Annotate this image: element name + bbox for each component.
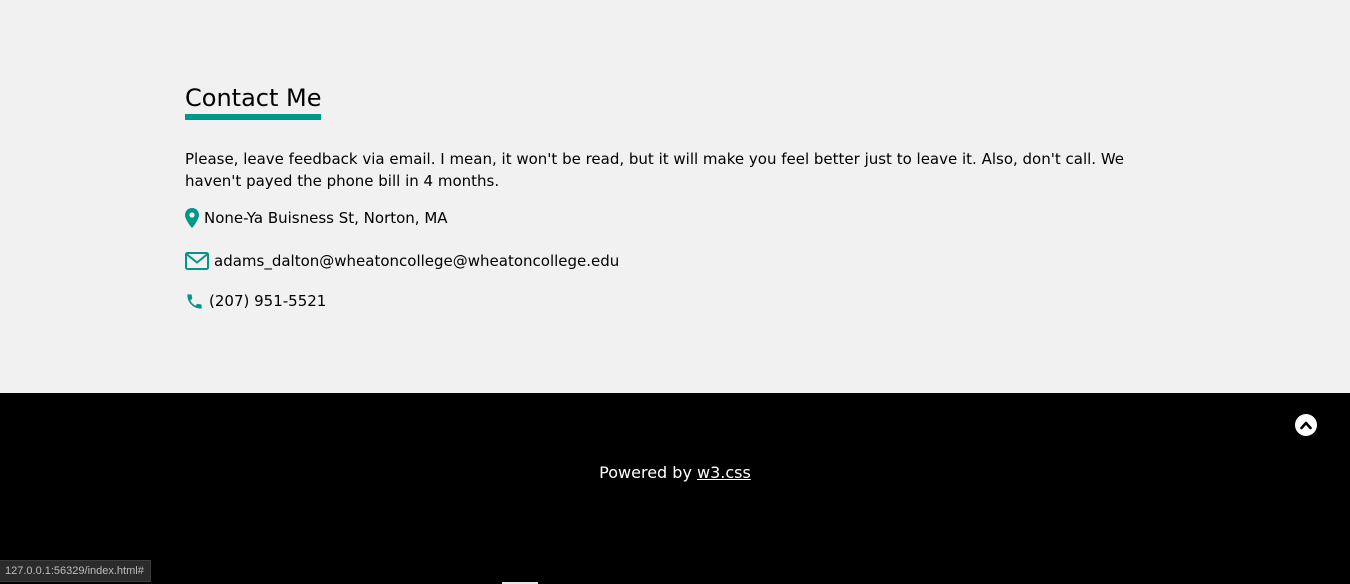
- envelope-icon: [185, 252, 209, 270]
- email-text: adams_dalton@wheatoncollege@wheatoncolle…: [214, 252, 620, 270]
- contact-email: adams_dalton@wheatoncollege@wheatoncolle…: [185, 250, 619, 272]
- contact-address: None-Ya Buisness St, Norton, MA: [185, 207, 448, 229]
- map-marker-icon: [185, 208, 199, 228]
- phone-text: (207) 951-5521: [209, 292, 327, 310]
- chevron-up-icon: [1300, 421, 1312, 430]
- contact-title: Contact Me: [185, 84, 322, 120]
- footer: Powered by w3.css: [0, 393, 1350, 584]
- powered-by-text: Powered by: [599, 463, 697, 482]
- address-text: None-Ya Buisness St, Norton, MA: [204, 209, 448, 227]
- phone-icon: [185, 292, 204, 311]
- powered-by: Powered by w3.css: [0, 463, 1350, 483]
- contact-section: Contact Me Please, leave feedback via em…: [0, 0, 1350, 393]
- contact-intro: Please, leave feedback via email. I mean…: [185, 150, 1125, 190]
- browser-status-url: 127.0.0.1:56329/index.html#: [0, 560, 151, 582]
- contact-phone: (207) 951-5521: [185, 290, 326, 312]
- w3css-link[interactable]: w3.css: [697, 463, 751, 482]
- back-to-top-button[interactable]: [1295, 414, 1317, 436]
